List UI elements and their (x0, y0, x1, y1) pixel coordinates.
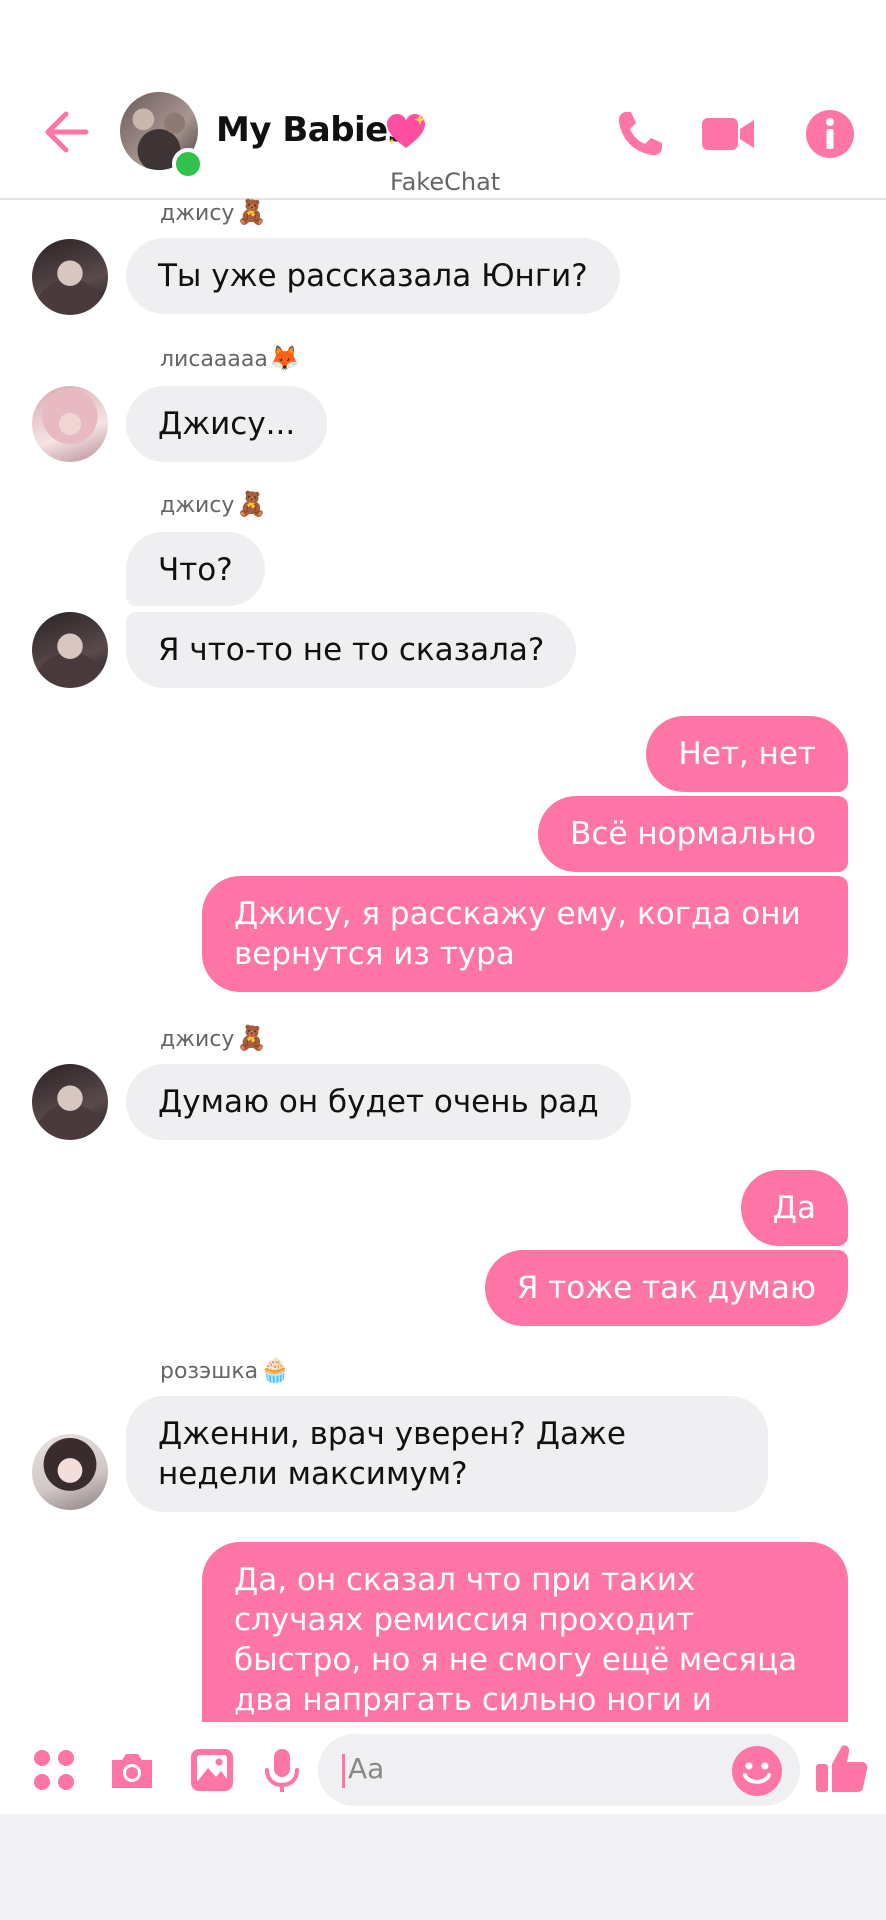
message-bubble-outgoing[interactable]: Да (740, 1170, 848, 1246)
chat-title[interactable]: My Babies (216, 110, 408, 150)
sender-name: джису🧸 (160, 490, 267, 518)
text-cursor (342, 1754, 345, 1788)
info-icon[interactable] (802, 106, 858, 162)
apps-icon[interactable] (30, 1746, 78, 1794)
message-bubble-incoming[interactable]: Я что-то не то сказала? (126, 612, 577, 688)
avatar-lisa[interactable] (32, 386, 108, 462)
message-bubble-outgoing[interactable]: Да, он сказал что при таких случаях реми… (202, 1542, 848, 1722)
watermark: FakeChat (390, 168, 501, 196)
avatar-jisoo[interactable] (32, 239, 108, 315)
message-bubble-outgoing[interactable]: Я тоже так думаю (484, 1250, 848, 1326)
message-input-placeholder: Aa (348, 1752, 385, 1785)
avatar-jisoo[interactable] (32, 612, 108, 688)
message-bubble-incoming[interactable]: Джису... (126, 386, 328, 462)
microphone-icon[interactable] (258, 1746, 306, 1794)
message-input[interactable]: Aa (318, 1734, 800, 1806)
bottom-area (0, 1814, 886, 1920)
message-bubble-outgoing[interactable]: Джису, я расскажу ему, когда они вернутс… (202, 876, 848, 992)
video-call-icon[interactable] (700, 106, 756, 162)
chat-header: My Babies FakeChat (0, 0, 886, 200)
message-bubble-incoming[interactable]: Дженни, врач уверен? Даже недели максиму… (126, 1396, 768, 1512)
avatar-rose[interactable] (32, 1434, 108, 1510)
message-bubble-incoming[interactable]: Что? (126, 532, 265, 606)
camera-icon[interactable] (108, 1746, 156, 1794)
message-bubble-incoming[interactable]: Думаю он будет очень рад (126, 1064, 631, 1140)
online-indicator (172, 148, 204, 180)
sparkling-heart-icon (387, 114, 426, 148)
avatar-jisoo[interactable] (32, 1064, 108, 1140)
sender-name: джису🧸 (160, 198, 267, 226)
image-icon[interactable] (188, 1746, 236, 1794)
sender-name: джису🧸 (160, 1024, 267, 1052)
message-bubble-incoming[interactable]: Ты уже рассказала Юнги? (126, 238, 620, 314)
sender-name: лисааааа🦊 (160, 344, 300, 372)
phone-call-icon[interactable] (612, 106, 668, 162)
message-bubble-outgoing[interactable]: Нет, нет (646, 716, 848, 792)
back-arrow-icon[interactable] (40, 104, 96, 160)
emoji-icon[interactable] (730, 1744, 784, 1798)
sender-name: розэшка🧁 (160, 1356, 290, 1384)
thumbs-up-icon[interactable] (814, 1740, 870, 1796)
message-bubble-outgoing[interactable]: Всё нормально (538, 796, 848, 872)
